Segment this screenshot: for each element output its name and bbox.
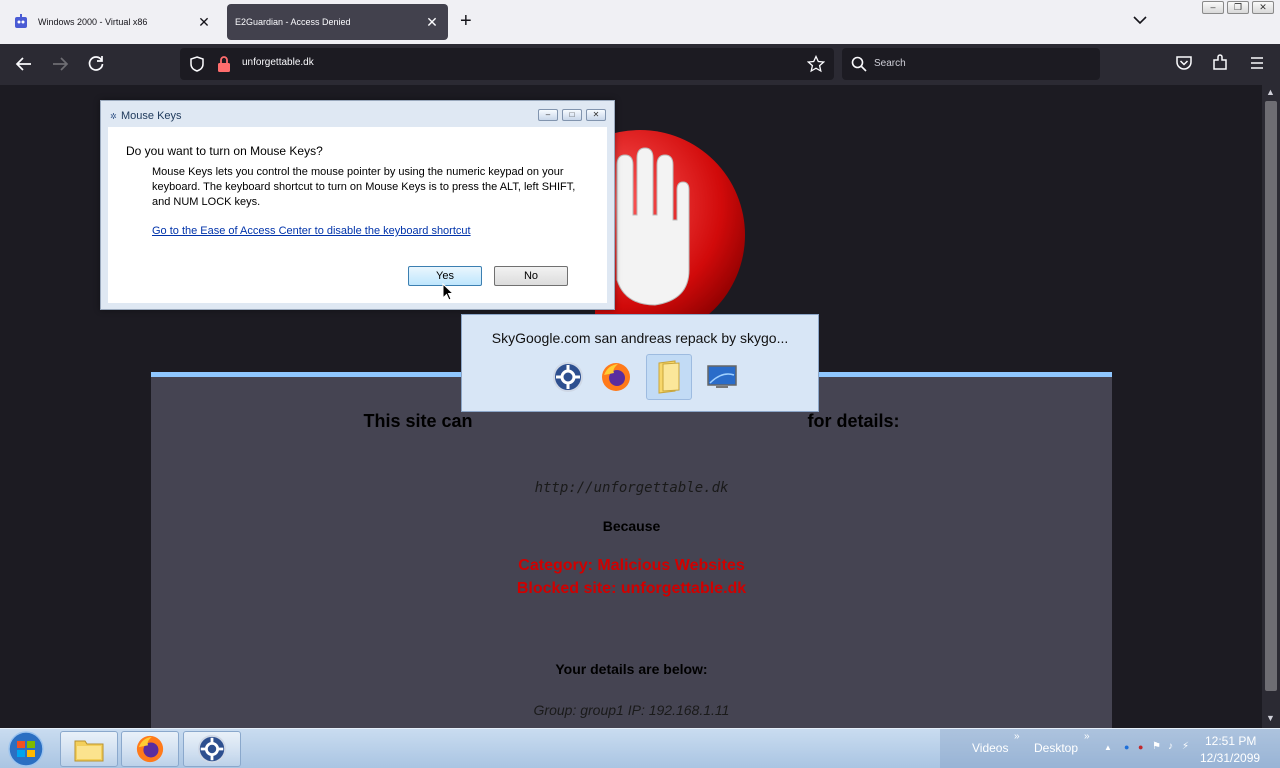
taskbar-explorer-button[interactable] [60, 731, 118, 767]
stop-hand-icon [595, 130, 745, 320]
new-tab-button[interactable]: + [460, 11, 472, 31]
taskbar-thumbnail-popup: SkyGoogle.com san andreas repack by skyg… [461, 314, 819, 412]
power-icon[interactable]: ⚡ [1182, 741, 1189, 752]
scroll-up-icon[interactable]: ▲ [1266, 87, 1275, 97]
search-input[interactable]: Search [874, 58, 906, 69]
restore-button[interactable]: ❐ [1227, 1, 1249, 14]
chevron-down-icon[interactable] [1132, 12, 1148, 28]
flag-icon[interactable]: ⚑ [1152, 741, 1161, 752]
thumbnail-desktop[interactable] [704, 359, 740, 395]
pocket-icon[interactable] [1175, 54, 1193, 72]
dialog-close-button[interactable]: ✕ [586, 109, 606, 121]
blocked-site-text: Blocked site: unforgettable.dk [516, 580, 747, 597]
taskbar-firefox-button[interactable] [121, 731, 179, 767]
page-heading: This site can for details: [363, 411, 900, 431]
accessibility-icon: ✲ [110, 112, 117, 121]
group-ip-text: Group: group1 IP: 192.168.1.11 [533, 702, 730, 718]
nav-bar: unforgettable.dk Search [0, 44, 1280, 85]
mouse-cursor-icon [442, 283, 454, 301]
bookmark-star-icon[interactable] [807, 55, 825, 73]
thumbnail-title: SkyGoogle.com san andreas repack by skyg… [491, 330, 789, 346]
tab-windows-2000[interactable]: Windows 2000 - Virtual x86 ✕ [4, 4, 220, 40]
volume-icon[interactable]: ♪ [1168, 741, 1173, 752]
firefox-icon [136, 735, 164, 763]
start-button[interactable] [6, 731, 46, 767]
clock-time[interactable]: 12:51 PM [1205, 734, 1256, 748]
toolbar-desktop[interactable]: Desktop [1034, 741, 1078, 755]
shield-icon[interactable] [188, 55, 206, 73]
thumbnail-firefox[interactable] [598, 359, 634, 395]
network-icon[interactable]: ● [1124, 742, 1129, 752]
dialog-description: Mouse Keys lets you control the mouse po… [152, 166, 576, 208]
show-hidden-icons-icon[interactable]: ▲ [1104, 743, 1112, 752]
search-bar[interactable]: Search [842, 48, 1100, 80]
thumbnail-icons [550, 354, 740, 400]
close-tab-icon[interactable]: ✕ [424, 14, 440, 31]
access-denied-panel: This site can for details: http://unforge… [151, 372, 1112, 728]
gear-app-icon [197, 734, 227, 764]
no-button[interactable]: No [494, 266, 568, 286]
scrollbar-thumb[interactable] [1265, 101, 1277, 691]
tab-strip: Windows 2000 - Virtual x86 ✕ E2Guardian … [0, 0, 1280, 44]
dialog-controls: – □ ✕ [538, 109, 606, 121]
thumbnail-tool-app[interactable] [550, 359, 586, 395]
dialog-titlebar[interactable]: ✲ Mouse Keys – □ ✕ [101, 101, 614, 127]
back-icon[interactable] [14, 54, 34, 74]
minimize-button[interactable]: – [1202, 1, 1224, 14]
dialog-title: Mouse Keys [121, 110, 182, 122]
because-label: Because [602, 518, 661, 534]
reload-icon[interactable] [86, 54, 106, 74]
taskbar: Videos » Desktop » ▲ ● ● ⚑ ♪ ⚡ 12:51 PM … [0, 728, 1280, 768]
ease-of-access-link[interactable]: Go to the Ease of Access Center to disab… [152, 225, 471, 237]
dialog-minimize-button[interactable]: – [538, 109, 558, 121]
gear-app-icon [553, 362, 583, 392]
dialog-body: Do you want to turn on Mouse Keys? Mouse… [108, 127, 607, 303]
url-bar[interactable]: unforgettable.dk [180, 48, 834, 80]
scroll-down-icon[interactable]: ▼ [1266, 713, 1275, 723]
lock-icon[interactable] [217, 55, 231, 73]
menu-icon[interactable] [1248, 54, 1266, 72]
close-tab-icon[interactable]: ✕ [196, 14, 212, 31]
chevron-right-icon[interactable]: » [1014, 731, 1020, 742]
monitor-icon [707, 365, 737, 388]
category-text: Category: Malicious Websites [518, 557, 745, 574]
thumbnail-explorer[interactable] [646, 354, 692, 400]
tab-label: Windows 2000 - Virtual x86 [38, 17, 148, 27]
folder-icon [658, 360, 680, 394]
blocked-url: http://unforgettable.dk [534, 480, 729, 496]
clock-date[interactable]: 12/31/2099 [1200, 751, 1260, 765]
url-text: unforgettable.dk [242, 57, 314, 68]
search-icon [851, 56, 867, 72]
notification-area: Videos » Desktop » ▲ ● ● ⚑ ♪ ⚡ 12:51 PM … [940, 729, 1280, 768]
robot-icon [15, 14, 27, 28]
window-controls: – ❐ ✕ [1202, 1, 1274, 14]
tab-e2guardian[interactable]: E2Guardian - Access Denied ✕ [227, 4, 448, 40]
extensions-icon[interactable] [1211, 54, 1229, 72]
close-window-button[interactable]: ✕ [1252, 1, 1274, 14]
forward-icon[interactable] [50, 54, 70, 74]
tab-label: E2Guardian - Access Denied [235, 17, 351, 27]
dialog-question: Do you want to turn on Mouse Keys? [126, 144, 323, 158]
details-heading: Your details are below: [555, 661, 708, 677]
security-icon[interactable]: ● [1138, 742, 1143, 752]
dialog-maximize-button[interactable]: □ [562, 109, 582, 121]
chevron-right-icon[interactable]: » [1084, 731, 1090, 742]
windows-logo-icon [8, 731, 44, 767]
toolbar-videos[interactable]: Videos [972, 741, 1008, 755]
firefox-icon [602, 363, 630, 391]
taskbar-tool-button[interactable] [183, 731, 241, 767]
mouse-keys-dialog: ✲ Mouse Keys – □ ✕ Do you want to turn o… [100, 100, 615, 310]
folder-icon [74, 740, 104, 762]
page-scrollbar[interactable]: ▲ ▼ [1262, 85, 1280, 728]
